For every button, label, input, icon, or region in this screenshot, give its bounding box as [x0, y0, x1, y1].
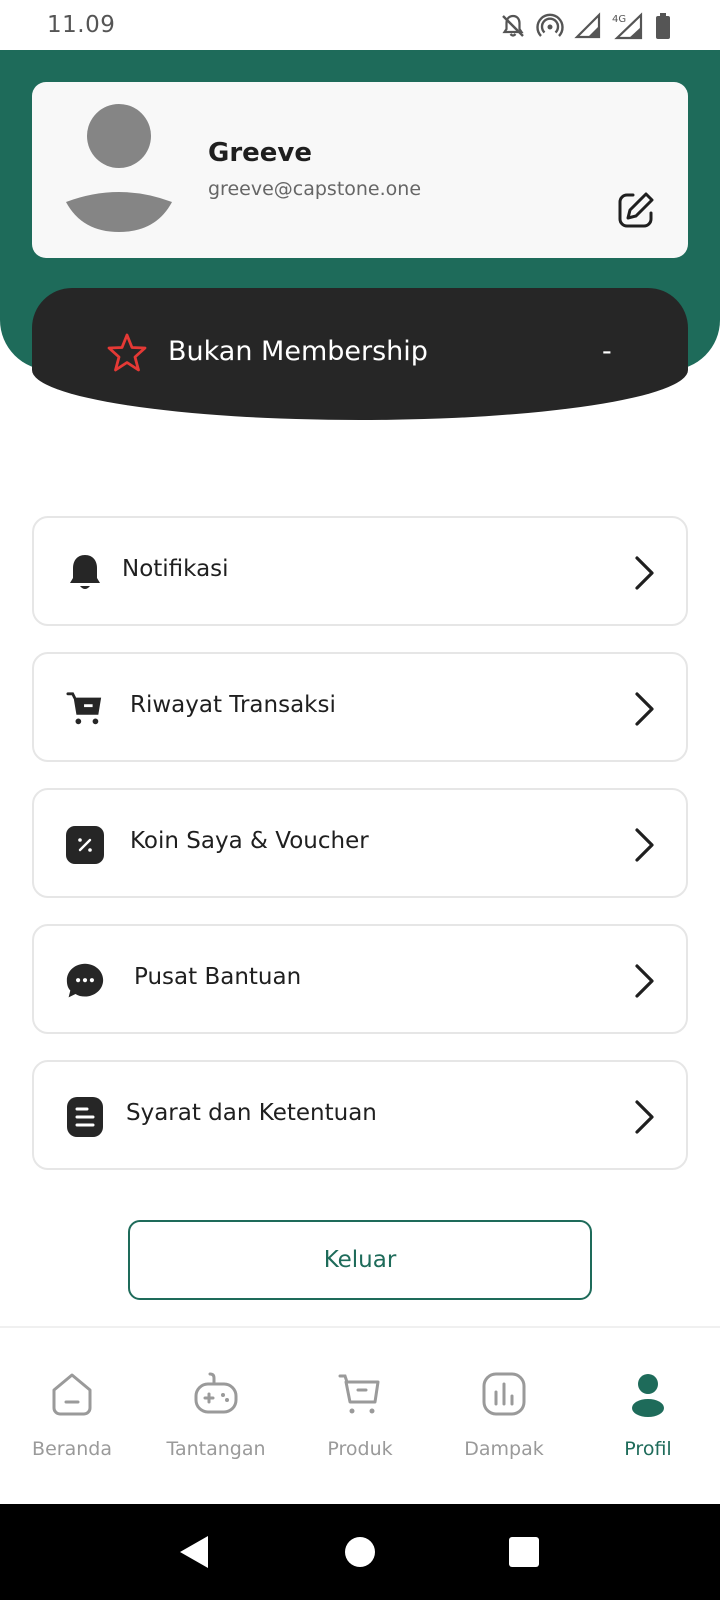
nav-item-profil[interactable]: Profil [576, 1328, 720, 1506]
battery-icon [656, 13, 670, 39]
cart-icon [66, 690, 104, 728]
star-icon [107, 333, 147, 372]
home-icon [52, 1373, 92, 1416]
gamepad-icon [194, 1372, 238, 1414]
menu-item-label: Syarat dan Ketentuan [126, 1100, 377, 1126]
system-navigation-bar [0, 1504, 720, 1600]
person-icon [632, 1374, 664, 1417]
menu-item-notifikasi[interactable]: Notifikasi [32, 516, 688, 626]
chevron-right-icon [635, 964, 654, 998]
avatar [66, 104, 172, 232]
chat-bubble-icon [66, 962, 104, 1000]
voucher-icon [66, 826, 104, 864]
membership-status-label: Bukan Membership [168, 336, 428, 367]
nav-label: Tantangan [166, 1438, 266, 1460]
profile-card: Greeve greeve@capstone.one [32, 82, 688, 258]
network-type: 4G [612, 14, 626, 25]
membership-status-value: - [602, 336, 612, 367]
edit-icon [618, 192, 654, 228]
membership-banner[interactable]: Bukan Membership - [32, 288, 688, 420]
menu-item-pusat-bantuan[interactable]: Pusat Bantuan [32, 924, 688, 1034]
home-button-icon[interactable] [342, 1534, 378, 1570]
nav-item-produk[interactable]: Produk [288, 1328, 432, 1506]
profile-email: greeve@capstone.one [208, 178, 422, 200]
menu-item-label: Koin Saya & Voucher [130, 828, 369, 854]
status-bar: 11.09 4G [0, 0, 720, 50]
bottom-navigation: Beranda Tantangan Produk Dampak Profil [0, 1326, 720, 1504]
nav-label: Profil [624, 1438, 672, 1460]
nav-item-beranda[interactable]: Beranda [0, 1328, 144, 1506]
edit-profile-button[interactable] [614, 188, 658, 232]
recents-icon[interactable] [506, 1534, 542, 1570]
hotspot-icon [536, 13, 564, 37]
status-time: 11.09 [47, 12, 116, 38]
nav-label: Dampak [464, 1438, 544, 1460]
menu-item-koin-voucher[interactable]: Koin Saya & Voucher [32, 788, 688, 898]
bell-off-icon [502, 14, 524, 37]
chart-icon [482, 1372, 526, 1416]
menu-item-riwayat-transaksi[interactable]: Riwayat Transaksi [32, 652, 688, 762]
nav-item-dampak[interactable]: Dampak [432, 1328, 576, 1506]
logout-button[interactable]: Keluar [128, 1220, 592, 1300]
signal-4g-icon: 4G [612, 12, 643, 40]
chevron-right-icon [635, 1100, 654, 1134]
nav-label: Beranda [32, 1438, 112, 1460]
nav-item-tantangan[interactable]: Tantangan [144, 1328, 288, 1506]
signal-icon [574, 12, 601, 39]
profile-name: Greeve [208, 138, 313, 168]
menu-item-label: Notifikasi [122, 556, 229, 582]
chevron-right-icon [635, 556, 654, 590]
bell-icon [66, 554, 104, 592]
cart-icon [338, 1374, 380, 1414]
menu-item-label: Riwayat Transaksi [130, 692, 336, 718]
status-icons: 4G [500, 10, 672, 42]
back-icon[interactable] [176, 1534, 212, 1570]
chevron-right-icon [635, 692, 654, 726]
menu-item-label: Pusat Bantuan [134, 964, 302, 990]
document-icon [66, 1097, 104, 1137]
menu-item-syarat-ketentuan[interactable]: Syarat dan Ketentuan [32, 1060, 688, 1170]
chevron-right-icon [635, 828, 654, 862]
nav-label: Produk [327, 1438, 393, 1460]
